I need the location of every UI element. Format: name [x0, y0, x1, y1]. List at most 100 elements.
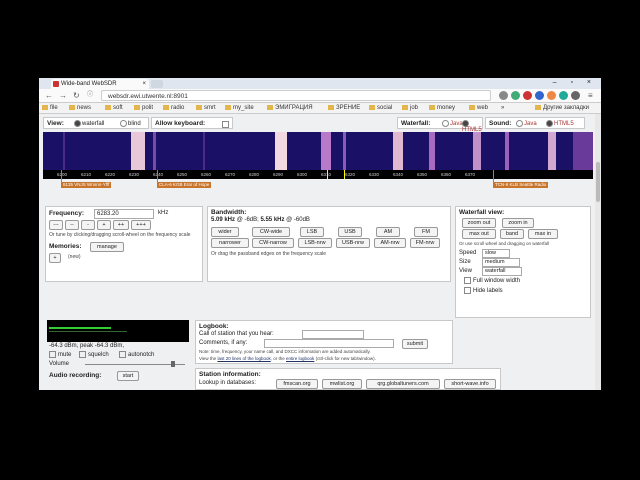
- fmscan-link[interactable]: fmscan.org: [276, 379, 318, 389]
- extension-icon[interactable]: [535, 91, 544, 100]
- station-label[interactable]: CLA-6 KGB Erar of Hope: [157, 182, 212, 188]
- max-out-button[interactable]: max out: [462, 229, 496, 239]
- submit-button[interactable]: submit: [402, 339, 428, 349]
- bookmark-folder[interactable]: file: [42, 103, 58, 113]
- bookmark-folder[interactable]: news: [69, 103, 91, 113]
- frequency-scale[interactable]: 6200 6210 6220 6230 6240 6250 6260 6270 …: [43, 170, 593, 179]
- scrollbar-thumb[interactable]: [596, 162, 600, 202]
- window-controls[interactable]: – ▫ ×: [553, 78, 597, 88]
- tune-down-small-button[interactable]: -: [81, 220, 95, 230]
- address-bar-row: ← → ↻ ⓘ websdr.ewi.utwente.nl:8901 ≡: [39, 89, 601, 103]
- passband-marker[interactable]: [327, 170, 345, 179]
- sound-html5-radio[interactable]: HTML5: [546, 120, 574, 127]
- fm-button[interactable]: FM: [414, 227, 438, 237]
- other-bookmarks[interactable]: Другие закладки: [535, 103, 589, 113]
- tune-up-small-button[interactable]: +: [97, 220, 111, 230]
- am-nrw-button[interactable]: AM-nrw: [374, 238, 406, 248]
- extension-icon[interactable]: [571, 91, 580, 100]
- frequency-input[interactable]: 6283.20: [94, 209, 154, 219]
- logbook-links: View the last 20 lines of the logbook, o…: [199, 356, 376, 361]
- browser-tab[interactable]: Wide-band WebSDR ×: [51, 79, 149, 89]
- forward-icon[interactable]: →: [59, 90, 67, 101]
- add-memory-button[interactable]: +: [49, 253, 61, 263]
- zoom-out-button[interactable]: zoom out: [462, 218, 496, 228]
- view-blind-radio[interactable]: blind: [120, 120, 141, 127]
- new-memory[interactable]: (new): [68, 254, 81, 260]
- bookmark-folder[interactable]: smrt: [196, 103, 216, 113]
- reload-icon[interactable]: ↻: [73, 90, 80, 101]
- usb-button[interactable]: USB: [338, 227, 362, 237]
- close-tab-icon[interactable]: ×: [142, 79, 146, 89]
- tune-down-large-button[interactable]: ---: [49, 220, 63, 230]
- bookmark-folder[interactable]: radio: [163, 103, 184, 113]
- hide-labels-checkbox[interactable]: Hide labels: [464, 287, 503, 294]
- comments-input[interactable]: [264, 339, 394, 348]
- cw-wide-button[interactable]: CW-wide: [252, 227, 290, 237]
- cw-narrow-button[interactable]: CW-narrow: [252, 238, 294, 248]
- back-icon[interactable]: ←: [45, 90, 53, 101]
- station-label[interactable]: TCN-6 KLB Seattle Radio: [493, 182, 549, 188]
- url-field[interactable]: websdr.ewi.utwente.nl:8901: [101, 90, 491, 101]
- lsb-nrw-button[interactable]: LSB-nrw: [298, 238, 332, 248]
- bookmarks-overflow[interactable]: »: [501, 103, 504, 113]
- mwlist-link[interactable]: mwlist.org: [322, 379, 362, 389]
- call-input[interactable]: [302, 330, 364, 339]
- view-waterfall-radio[interactable]: waterfall: [74, 120, 104, 127]
- bookmark-folder[interactable]: money: [429, 103, 455, 113]
- bookmark-star-icon[interactable]: [499, 91, 508, 100]
- max-in-button[interactable]: max in: [528, 229, 558, 239]
- zoom-in-button[interactable]: zoom in: [502, 218, 534, 228]
- lsb-button[interactable]: LSB: [300, 227, 324, 237]
- view-select[interactable]: waterfall: [482, 267, 522, 276]
- extension-icon[interactable]: [523, 91, 532, 100]
- signal-readout: -64.3 dBm, peak -64.3 dBm,: [49, 343, 125, 349]
- tune-up-large-button[interactable]: +++: [131, 220, 151, 230]
- fm-nrw-button[interactable]: FM-nrw: [410, 238, 440, 248]
- speed-select[interactable]: slow: [482, 249, 510, 258]
- waterfall-java-radio[interactable]: Java: [442, 120, 463, 127]
- squelch-checkbox[interactable]: squelch: [79, 351, 109, 358]
- new-tab-button[interactable]: [151, 80, 163, 88]
- bookmark-folder[interactable]: soft: [105, 103, 123, 113]
- bookmark-folder[interactable]: job: [402, 103, 418, 113]
- sound-java-radio[interactable]: Java: [516, 120, 537, 127]
- tune-down-medium-button[interactable]: --: [65, 220, 79, 230]
- extension-icon[interactable]: [547, 91, 556, 100]
- scale-tick: 6200: [57, 172, 68, 177]
- waterfall-hint: Or use scroll wheel and dragging on wate…: [459, 241, 550, 246]
- allow-keyboard-checkbox[interactable]: [222, 121, 229, 128]
- bookmark-folder[interactable]: web: [469, 103, 488, 113]
- record-start-button[interactable]: start: [117, 371, 139, 381]
- band-button[interactable]: band: [500, 229, 524, 239]
- wider-button[interactable]: wider: [211, 227, 239, 237]
- bookmark-folder[interactable]: social: [369, 103, 392, 113]
- bookmark-folder[interactable]: my_site: [225, 103, 254, 113]
- volume-slider[interactable]: [85, 361, 185, 367]
- volume-slider-thumb[interactable]: [171, 361, 176, 367]
- view-options: View: waterfall blind: [43, 117, 149, 129]
- menu-icon[interactable]: ≡: [588, 90, 593, 101]
- bookmark-folder[interactable]: ЗРЕНИЕ: [328, 103, 360, 113]
- short-wave-info-link[interactable]: short-wave.info: [444, 379, 496, 389]
- mute-checkbox[interactable]: mute: [49, 351, 71, 358]
- entire-logbook-link[interactable]: entire logbook: [286, 356, 314, 361]
- autonotch-checkbox[interactable]: autonotch: [119, 351, 154, 358]
- waterfall-display[interactable]: [43, 132, 593, 170]
- manage-memories-button[interactable]: manage: [90, 242, 124, 252]
- info-icon[interactable]: ⓘ: [87, 90, 93, 101]
- last-20-lines-link[interactable]: last 20 lines of the logbook: [217, 356, 270, 361]
- narrower-button[interactable]: narrower: [211, 238, 249, 248]
- scale-tick: 6360: [441, 172, 452, 177]
- globaltuners-link[interactable]: qrg.globaltuners.com: [366, 379, 440, 389]
- full-window-checkbox[interactable]: Full window width: [464, 277, 520, 284]
- station-label[interactable]: 6135 VNJS Wnnnn-Yfff: [61, 182, 112, 188]
- bookmark-folder[interactable]: polit: [134, 103, 153, 113]
- extension-icon[interactable]: [559, 91, 568, 100]
- usb-nrw-button[interactable]: USB-nrw: [336, 238, 370, 248]
- page-scrollbar[interactable]: [595, 114, 601, 390]
- tune-up-medium-button[interactable]: ++: [113, 220, 129, 230]
- extension-icon[interactable]: [511, 91, 520, 100]
- bookmark-folder[interactable]: ЭМИГРАЦИЯ: [267, 103, 313, 113]
- size-select[interactable]: medium: [482, 258, 520, 267]
- am-button[interactable]: AM: [376, 227, 400, 237]
